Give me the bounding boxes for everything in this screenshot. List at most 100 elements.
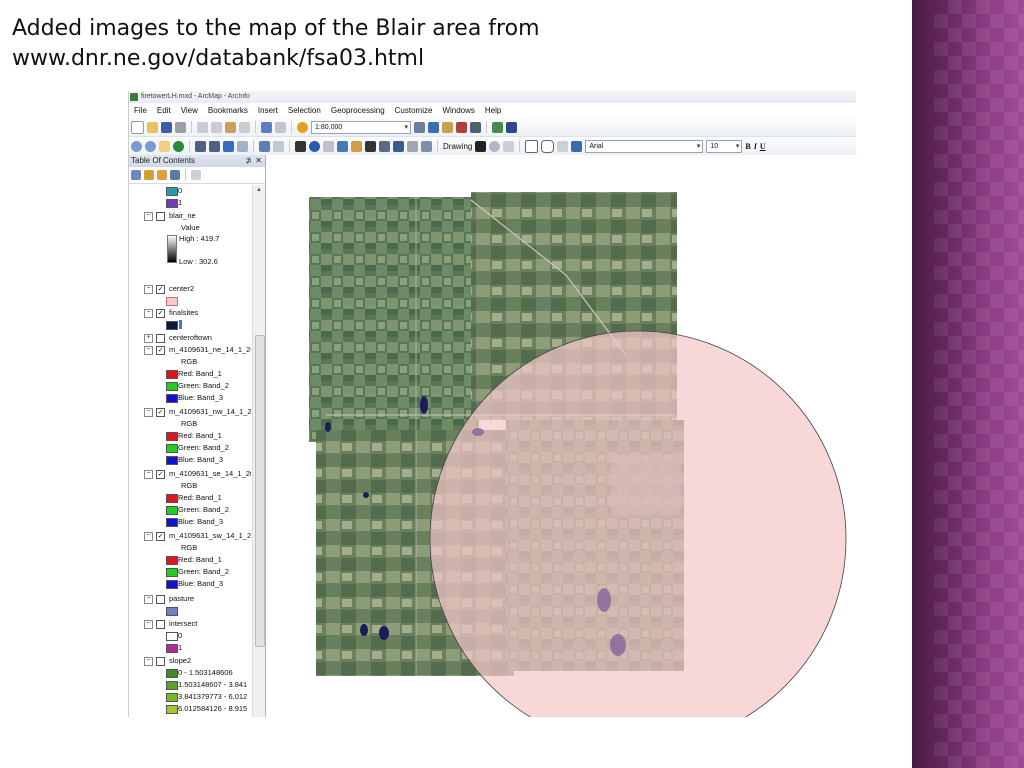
font-name-combo[interactable]: Arial <box>585 139 704 153</box>
collapse-icon[interactable]: − <box>144 657 153 666</box>
paste-icon[interactable] <box>225 121 236 133</box>
clear-selection-icon[interactable] <box>273 140 284 152</box>
copy-icon[interactable] <box>211 121 222 133</box>
layer-visibility-checkbox[interactable]: ✓ <box>156 285 165 294</box>
zoom-out-icon[interactable] <box>145 140 156 152</box>
list-by-source-icon[interactable] <box>144 170 154 180</box>
viewer-window-icon[interactable] <box>421 140 432 152</box>
redo-icon[interactable] <box>275 121 286 133</box>
menu-geoprocessing[interactable]: Geoprocessing <box>326 103 390 118</box>
text-tool-icon[interactable] <box>571 140 583 152</box>
toc-window-icon[interactable] <box>442 121 453 133</box>
callout-icon[interactable] <box>541 139 555 153</box>
menu-bar: File Edit View Bookmarks Insert Selectio… <box>129 103 856 118</box>
expand-icon[interactable]: + <box>144 334 153 343</box>
italic-button[interactable]: I <box>754 142 757 151</box>
fixed-zoom-in-icon[interactable] <box>195 140 206 152</box>
zoom-to-selected-elements-icon[interactable] <box>503 140 515 152</box>
list-by-drawing-order-icon[interactable] <box>131 170 141 180</box>
map-canvas[interactable] <box>266 155 856 717</box>
collapse-icon[interactable]: − <box>144 470 153 479</box>
menu-bookmarks[interactable]: Bookmarks <box>203 103 253 118</box>
menu-help[interactable]: Help <box>480 103 506 118</box>
map-scale-combo[interactable]: 1:80,000 <box>311 120 411 134</box>
menu-customize[interactable]: Customize <box>390 103 438 118</box>
list-by-visibility-icon[interactable] <box>157 170 167 180</box>
zoom-in-icon[interactable] <box>131 140 142 152</box>
scroll-up-icon[interactable]: ▲ <box>256 187 262 193</box>
undo-icon[interactable] <box>261 121 272 133</box>
select-elements-icon[interactable] <box>475 140 487 152</box>
add-data-icon[interactable] <box>297 121 308 133</box>
layer-visibility-checkbox[interactable]: ✓ <box>156 408 165 417</box>
modelbuilder-icon[interactable] <box>492 121 503 133</box>
collapse-icon[interactable]: − <box>144 532 153 541</box>
print-icon[interactable] <box>175 121 186 133</box>
menu-insert[interactable]: Insert <box>253 103 283 118</box>
menu-selection[interactable]: Selection <box>283 103 326 118</box>
select-features-icon[interactable] <box>259 140 270 152</box>
legend-swatch <box>166 632 178 641</box>
identify-icon[interactable] <box>309 140 320 152</box>
save-icon[interactable] <box>161 121 172 133</box>
collapse-icon[interactable]: − <box>144 346 153 355</box>
arctoolbox-icon[interactable] <box>456 121 467 133</box>
measure-icon[interactable] <box>351 140 362 152</box>
collapse-icon[interactable]: − <box>144 620 153 629</box>
time-slider-icon[interactable] <box>407 140 418 152</box>
layer-visibility-checkbox[interactable]: ✓ <box>156 470 165 479</box>
close-icon[interactable]: ✕ <box>255 155 262 167</box>
layer-visibility-checkbox[interactable]: ✓ <box>156 532 165 541</box>
collapse-icon[interactable]: − <box>144 285 153 294</box>
layer-visibility-checkbox[interactable] <box>156 334 165 343</box>
menu-windows[interactable]: Windows <box>437 103 479 118</box>
list-by-selection-icon[interactable] <box>170 170 180 180</box>
map-view[interactable] <box>266 155 856 717</box>
open-folder-icon[interactable] <box>147 121 158 133</box>
layer-visibility-checkbox[interactable] <box>156 620 165 629</box>
whats-this-icon[interactable] <box>506 121 517 133</box>
catalog-icon[interactable] <box>428 121 439 133</box>
layer-visibility-checkbox[interactable]: ✓ <box>156 346 165 355</box>
layer-visibility-checkbox[interactable] <box>156 212 165 221</box>
font-size-combo[interactable]: 10 <box>706 139 743 153</box>
menu-view[interactable]: View <box>176 103 203 118</box>
go-to-xy-icon[interactable] <box>393 140 404 152</box>
new-document-icon[interactable] <box>131 120 144 134</box>
legend-swatch <box>166 644 178 653</box>
back-extent-icon[interactable] <box>223 140 234 152</box>
forward-extent-icon[interactable] <box>237 140 248 152</box>
collapse-icon[interactable]: − <box>144 212 153 221</box>
rotate-icon[interactable] <box>489 140 501 152</box>
full-extent-icon[interactable] <box>173 140 184 152</box>
editor-icon[interactable] <box>414 121 425 133</box>
select-elements-arrow-icon[interactable] <box>295 140 306 152</box>
collapse-icon[interactable]: − <box>144 408 153 417</box>
collapse-icon[interactable]: − <box>144 595 153 604</box>
toc-scrollbar[interactable]: ▲ <box>252 185 265 717</box>
options-icon[interactable] <box>191 170 201 180</box>
drawing-menu[interactable]: Drawing <box>443 142 472 151</box>
delete-icon[interactable] <box>239 121 250 133</box>
collapse-icon[interactable]: − <box>144 309 153 318</box>
layer-visibility-checkbox[interactable]: ✓ <box>156 309 165 318</box>
hyperlink-icon[interactable] <box>323 140 334 152</box>
cut-icon[interactable] <box>197 121 208 133</box>
scroll-thumb[interactable] <box>255 335 265 647</box>
pan-icon[interactable] <box>159 140 170 152</box>
rectangle-icon[interactable] <box>525 139 539 153</box>
python-window-icon[interactable] <box>470 121 481 133</box>
layer-visibility-checkbox[interactable] <box>156 657 165 666</box>
find-route-icon[interactable] <box>379 140 390 152</box>
underline-button[interactable]: U <box>760 142 766 151</box>
fixed-zoom-out-icon[interactable] <box>209 140 220 152</box>
pin-icon[interactable]: ⊅ <box>245 155 252 167</box>
html-popup-icon[interactable] <box>337 140 348 152</box>
pasture-patch <box>610 634 626 656</box>
bold-button[interactable]: B <box>745 142 750 151</box>
layer-visibility-checkbox[interactable] <box>156 595 165 604</box>
edit-vertices-icon[interactable] <box>557 140 569 152</box>
menu-file[interactable]: File <box>129 103 152 118</box>
find-icon[interactable] <box>365 140 376 152</box>
menu-edit[interactable]: Edit <box>152 103 176 118</box>
